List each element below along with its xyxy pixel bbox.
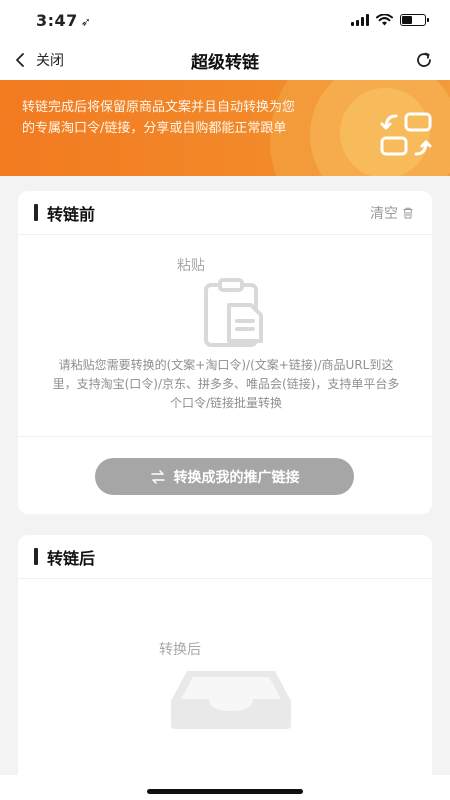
status-bar: 3:47 ➶ [0, 0, 450, 40]
home-bar [0, 775, 450, 800]
after-conversion-card: 转链后 转换后 [18, 535, 432, 775]
empty-tray-icon [171, 671, 291, 729]
convert-button-label: 转换成我的推广链接 [173, 469, 300, 486]
clear-button[interactable]: 清空 [370, 203, 414, 223]
location-icon: ➶ [80, 14, 92, 29]
convert-link-icon [380, 112, 432, 156]
status-icons [351, 14, 429, 26]
chevron-left-icon [16, 53, 24, 67]
title-marker [34, 548, 38, 565]
title-marker [34, 204, 38, 221]
before-conversion-card: 转链前 清空 粘贴 请粘贴您需要转换的(文案+淘口令)/(文案+链接)/商品UR… [18, 191, 432, 514]
convert-to-promo-link-button[interactable]: 转换成我的推广链接 [95, 458, 354, 495]
card-title: 转链前 [34, 201, 95, 225]
card-title-text: 转链前 [47, 204, 96, 224]
page-title: 超级转链 [191, 52, 259, 73]
card-title: 转链后 [34, 545, 95, 569]
nav-bar: 关闭 超级转链 [0, 40, 450, 80]
close-label: 关闭 [36, 53, 64, 69]
card-title-text: 转链后 [47, 548, 96, 568]
clock-text: 3:47 [36, 10, 78, 30]
swap-arrows-icon [150, 469, 165, 484]
home-indicator[interactable] [147, 789, 303, 794]
close-button[interactable]: 关闭 [14, 40, 64, 80]
result-label: 转换后 [159, 642, 201, 658]
status-time: 3:47 ➶ [36, 11, 91, 30]
paste-input-area[interactable]: 粘贴 请粘贴您需要转换的(文案+淘口令)/(文案+链接)/商品URL到这里，支持… [18, 235, 432, 437]
info-banner: 转链完成后将保留原商品文案并且自动转换为您的专属淘口令/链接，分享或自购都能正常… [0, 80, 450, 176]
card-header: 转链前 清空 [18, 191, 432, 235]
clipboard-icon [204, 278, 263, 347]
card-header: 转链后 [18, 535, 432, 579]
paste-label: 粘贴 [177, 258, 205, 274]
battery-icon [400, 14, 429, 26]
cellular-signal-icon [351, 14, 369, 26]
paste-hint: 请粘贴您需要转换的(文案+淘口令)/(文案+链接)/商品URL到这里，支持淘宝(… [52, 358, 400, 410]
trash-icon [403, 207, 413, 218]
wifi-icon [376, 14, 393, 26]
banner-text: 转链完成后将保留原商品文案并且自动转换为您的专属淘口令/链接，分享或自购都能正常… [22, 100, 296, 136]
clear-label: 清空 [370, 205, 398, 222]
refresh-icon[interactable] [414, 50, 434, 70]
